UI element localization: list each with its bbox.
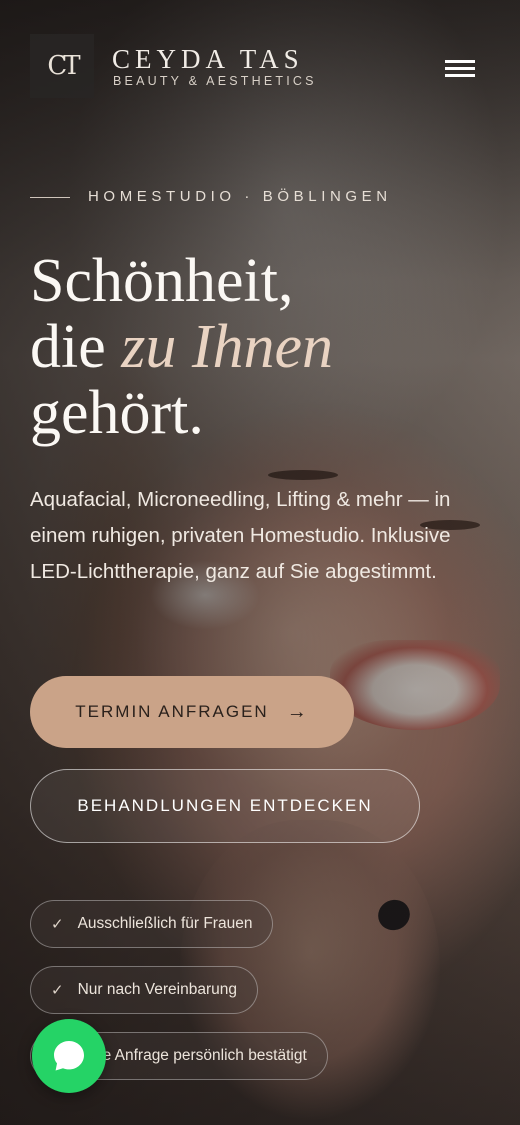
brand-name[interactable]: CEYDA TAS <box>112 44 304 75</box>
feature-pill: ✓ Nur nach Vereinbarung <box>30 966 258 1014</box>
logo[interactable]: CT <box>30 34 94 98</box>
whatsapp-chat-button[interactable] <box>32 1019 106 1093</box>
site-header: CT CEYDA TAS BEAUTY & AESTHETICS <box>0 0 520 120</box>
feature-label: Nur nach Vereinbarung <box>77 981 237 998</box>
request-appointment-button[interactable]: TERMIN ANFRAGEN → <box>30 676 354 748</box>
hero-eyebrow: HOMESTUDIO · BÖBLINGEN <box>88 188 392 205</box>
headline-emphasis: zu Ihnen <box>121 313 334 381</box>
check-icon: ✓ <box>51 916 64 933</box>
headline-line-1: Schönheit, <box>30 247 294 315</box>
headline-line-3: gehört. <box>30 379 204 447</box>
check-icon: ✓ <box>51 982 64 999</box>
logo-monogram: CT <box>47 51 80 81</box>
headline-line-2: die zu Ihnen <box>30 314 500 380</box>
hamburger-menu-icon[interactable] <box>440 56 476 80</box>
feature-pill: ✓ Ausschließlich für Frauen <box>30 900 274 948</box>
whatsapp-chat-icon <box>54 1041 84 1071</box>
discover-treatments-button[interactable]: BEHANDLUNGEN ENTDECKEN <box>30 769 420 843</box>
request-appointment-label: TERMIN ANFRAGEN <box>75 702 269 721</box>
eyebrow-divider <box>30 197 70 198</box>
feature-label: Ausschließlich für Frauen <box>77 915 253 932</box>
headline-prefix: die <box>30 313 122 381</box>
arrow-right-icon: → <box>286 700 309 723</box>
hero-description: Aquafacial, Microneedling, Lifting & meh… <box>30 488 451 583</box>
discover-treatments-label: BEHANDLUNGEN ENTDECKEN <box>77 796 373 815</box>
brand-tagline: BEAUTY & AESTHETICS <box>113 74 317 88</box>
hero-headline: Schönheit, die zu Ihnen gehört. <box>30 248 500 446</box>
feature-label: Jede Anfrage persönlich bestätigt <box>77 1047 307 1064</box>
